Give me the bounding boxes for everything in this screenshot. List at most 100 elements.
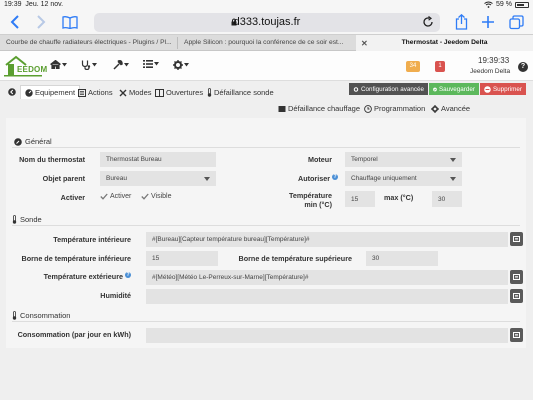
bookmarks-button[interactable] <box>61 13 79 31</box>
list-alt-icon <box>513 293 520 299</box>
section-consommation: Consommation <box>12 311 70 320</box>
menu-home[interactable] <box>50 60 67 69</box>
arrow-circle-left-icon <box>8 88 16 96</box>
temp-ext-input[interactable]: #[Météo][Météo Le-Perreux-sur-Marne][Tem… <box>146 270 508 285</box>
tab-ouvertures[interactable]: Ouvertures <box>155 88 203 97</box>
parent-select-value: Bureau <box>106 175 127 182</box>
section-general: Général <box>14 137 52 146</box>
menu-analysis[interactable] <box>81 60 97 70</box>
active-label: Activer <box>60 193 85 202</box>
url-text: d333.toujas.fr <box>233 16 301 28</box>
temp-int-input[interactable]: #[Bureau][Capteur température bureau][Te… <box>146 232 508 247</box>
cogs-icon <box>353 86 359 92</box>
back-button[interactable] <box>6 13 24 31</box>
humidite-input[interactable] <box>146 289 508 304</box>
reload-icon[interactable] <box>422 16 434 28</box>
select-command-button[interactable] <box>510 270 523 284</box>
list-icon <box>143 60 153 68</box>
status-time: 19:39 <box>4 1 22 8</box>
name-input[interactable]: Thermostat Bureau <box>100 152 216 167</box>
temp-min-input[interactable]: 15 <box>345 191 375 207</box>
tabs-overview-button[interactable] <box>507 13 525 31</box>
book-icon <box>62 15 78 29</box>
autoriser-select[interactable]: Chauffage uniquement <box>345 171 462 186</box>
battery-text: 59 % <box>496 1 512 8</box>
active-checkbox[interactable]: Activer <box>100 193 131 200</box>
parent-label: Objet parent <box>42 174 85 183</box>
browser-tab[interactable]: Courbe de chauffe radiateurs électriques… <box>0 35 176 51</box>
chevron-down-icon <box>450 176 456 181</box>
tab-defaillance-chauffage-label: Défaillance chauffage <box>288 104 360 113</box>
back-arrow-button[interactable] <box>8 88 16 96</box>
chevron-down-icon <box>92 63 97 67</box>
wifi-icon <box>484 1 493 8</box>
chevron-down-icon <box>62 62 67 66</box>
tab-defaillance-chauffage[interactable]: Défaillance chauffage <box>278 104 360 113</box>
menu-tools[interactable] <box>113 60 129 70</box>
thermometer-icon <box>12 311 17 320</box>
conso-input[interactable] <box>146 328 508 343</box>
help-question-icon[interactable]: ? <box>332 174 338 180</box>
temp-int-label: Température intérieure <box>53 235 131 244</box>
borne-inf-input[interactable]: 15 <box>146 251 218 266</box>
tab-programmation[interactable]: Programmation <box>364 104 425 113</box>
temperature-label: Température min (°C) <box>270 191 332 209</box>
active-tab-label: Thermostat - Jeedom Delta <box>401 39 488 46</box>
save-button[interactable]: Sauvegarder <box>429 83 479 95</box>
tab-equipement[interactable]: Equipement <box>20 85 81 99</box>
thermometer-icon <box>207 88 212 97</box>
close-tab-icon[interactable]: ✕ <box>361 39 368 48</box>
select-command-button[interactable] <box>510 289 523 303</box>
tab-modes-label: Modes <box>129 88 152 97</box>
tab-actions[interactable]: Actions <box>78 88 113 97</box>
jeedom-header: EEDOM 34 1 19:39:33 Jeedom Delta ? <box>0 51 533 81</box>
tab-avancee-label: Avancée <box>441 104 471 113</box>
section-sonde-title: Sonde <box>20 215 42 224</box>
status-bar: 19:39 Jeu. 12 nov. 59 % <box>0 0 533 10</box>
tab-defaillance-sonde[interactable]: Défaillance sonde <box>207 88 274 97</box>
divider <box>12 225 520 226</box>
jeedom-logo[interactable]: EEDOM <box>4 55 47 77</box>
forward-button[interactable] <box>32 13 50 31</box>
visible-checkbox[interactable]: Visible <box>141 193 172 200</box>
tab-modes[interactable]: Modes <box>119 88 152 97</box>
temp-ext-label: Température extérieure ? <box>10 272 131 281</box>
wrench-icon <box>113 60 123 70</box>
browser-tab[interactable]: Apple Silicon : pourquoi la conférence d… <box>178 35 356 51</box>
home-icon <box>50 60 61 69</box>
chevron-down-icon <box>450 157 456 162</box>
visible-checkbox-label: Visible <box>151 193 172 200</box>
divider <box>12 147 520 148</box>
message-count-badge[interactable]: 34 <box>406 61 420 72</box>
moteur-label: Moteur <box>308 155 332 164</box>
gear-icon <box>173 60 183 70</box>
new-tab-button[interactable] <box>479 13 497 31</box>
select-command-button[interactable] <box>510 328 523 342</box>
advanced-config-button[interactable]: Configuration avancée <box>349 83 428 95</box>
help-question-icon[interactable]: ? <box>125 272 131 278</box>
select-command-button[interactable] <box>510 232 523 246</box>
moteur-select[interactable]: Temporel <box>345 152 462 167</box>
checkmark-icon <box>100 193 108 200</box>
help-button[interactable]: ? <box>518 62 528 72</box>
divider <box>12 321 520 322</box>
tab-avancee[interactable]: Avancée <box>431 104 470 113</box>
delete-button[interactable]: Supprimer <box>480 83 526 95</box>
address-bar[interactable]: d333.toujas.fr <box>94 13 440 32</box>
gear-icon <box>431 104 439 113</box>
box-name: Jeedom Delta <box>470 68 511 75</box>
browser-tab-active[interactable]: ✕ Thermostat - Jeedom Delta <box>356 35 533 51</box>
section-general-title: Général <box>25 137 52 146</box>
alert-count-badge[interactable]: 1 <box>435 61 445 72</box>
window-icon <box>155 88 164 97</box>
menu-settings[interactable] <box>173 60 189 70</box>
list-alt-icon <box>78 88 86 97</box>
checkmark-icon <box>141 193 149 200</box>
chevron-left-icon <box>10 15 19 29</box>
menu-plugins[interactable] <box>143 60 159 68</box>
share-button[interactable] <box>452 13 470 31</box>
temp-max-input[interactable]: 30 <box>432 191 462 207</box>
borne-inf-label: Borne de température inférieure <box>21 254 131 263</box>
borne-sup-input[interactable]: 30 <box>366 251 438 266</box>
parent-select[interactable]: Bureau <box>100 171 216 186</box>
